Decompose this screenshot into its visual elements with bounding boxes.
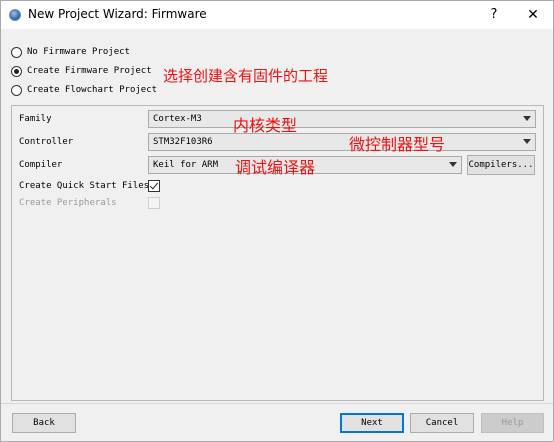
chevron-down-icon [523, 139, 531, 144]
app-icon [9, 9, 21, 21]
wizard-window: New Project Wizard: Firmware ? ✕ No Firm… [0, 0, 554, 442]
radio-create-flowchart[interactable]: Create Flowchart Project [11, 83, 157, 97]
peripherals-checkbox [148, 197, 160, 209]
controller-label: Controller [19, 137, 74, 147]
back-button[interactable]: Back [12, 413, 76, 433]
annotation-controller-model: 微控制器型号 [349, 135, 446, 154]
radio-label: Create Flowchart Project [27, 85, 158, 95]
compilers-button[interactable]: Compilers... [467, 155, 535, 175]
title-bar: New Project Wizard: Firmware ? ✕ [1, 1, 553, 29]
radio-no-firmware[interactable]: No Firmware Project [11, 45, 130, 59]
next-button[interactable]: Next [340, 413, 404, 433]
help-question-icon[interactable]: ? [484, 5, 504, 25]
controller-value: STM32F103R6 [153, 137, 213, 147]
compiler-value: Keil for ARM [153, 160, 219, 170]
quick-start-checkbox[interactable] [148, 180, 160, 192]
radio-create-firmware[interactable]: Create Firmware Project [11, 64, 152, 78]
radio-label: No Firmware Project [27, 47, 130, 57]
close-icon[interactable]: ✕ [519, 5, 547, 25]
family-label: Family [19, 114, 52, 124]
chevron-down-icon [449, 162, 457, 167]
compiler-label: Compiler [19, 160, 63, 170]
annotation-compiler: 调试编译器 [235, 158, 316, 177]
radio-label: Create Firmware Project [27, 66, 152, 76]
annotation-core-type: 内核类型 [233, 116, 298, 135]
checkmark-icon [149, 180, 159, 190]
controller-select[interactable]: STM32F103R6 [148, 133, 536, 151]
radio-button[interactable] [11, 46, 22, 58]
family-select[interactable]: Cortex-M3 [148, 110, 536, 128]
quick-start-label: Create Quick Start Files [19, 181, 150, 191]
window-title: New Project Wizard: Firmware [28, 7, 207, 21]
chevron-down-icon [523, 116, 531, 121]
annotation-create-firmware: 选择创建含有固件的工程 [163, 67, 329, 85]
radio-button-selected[interactable] [11, 65, 22, 77]
footer-divider [1, 403, 553, 404]
help-button: Help [481, 413, 544, 433]
radio-button[interactable] [11, 84, 22, 96]
peripherals-label: Create Peripherals [19, 198, 117, 208]
cancel-button[interactable]: Cancel [410, 413, 474, 433]
family-value: Cortex-M3 [153, 114, 202, 124]
